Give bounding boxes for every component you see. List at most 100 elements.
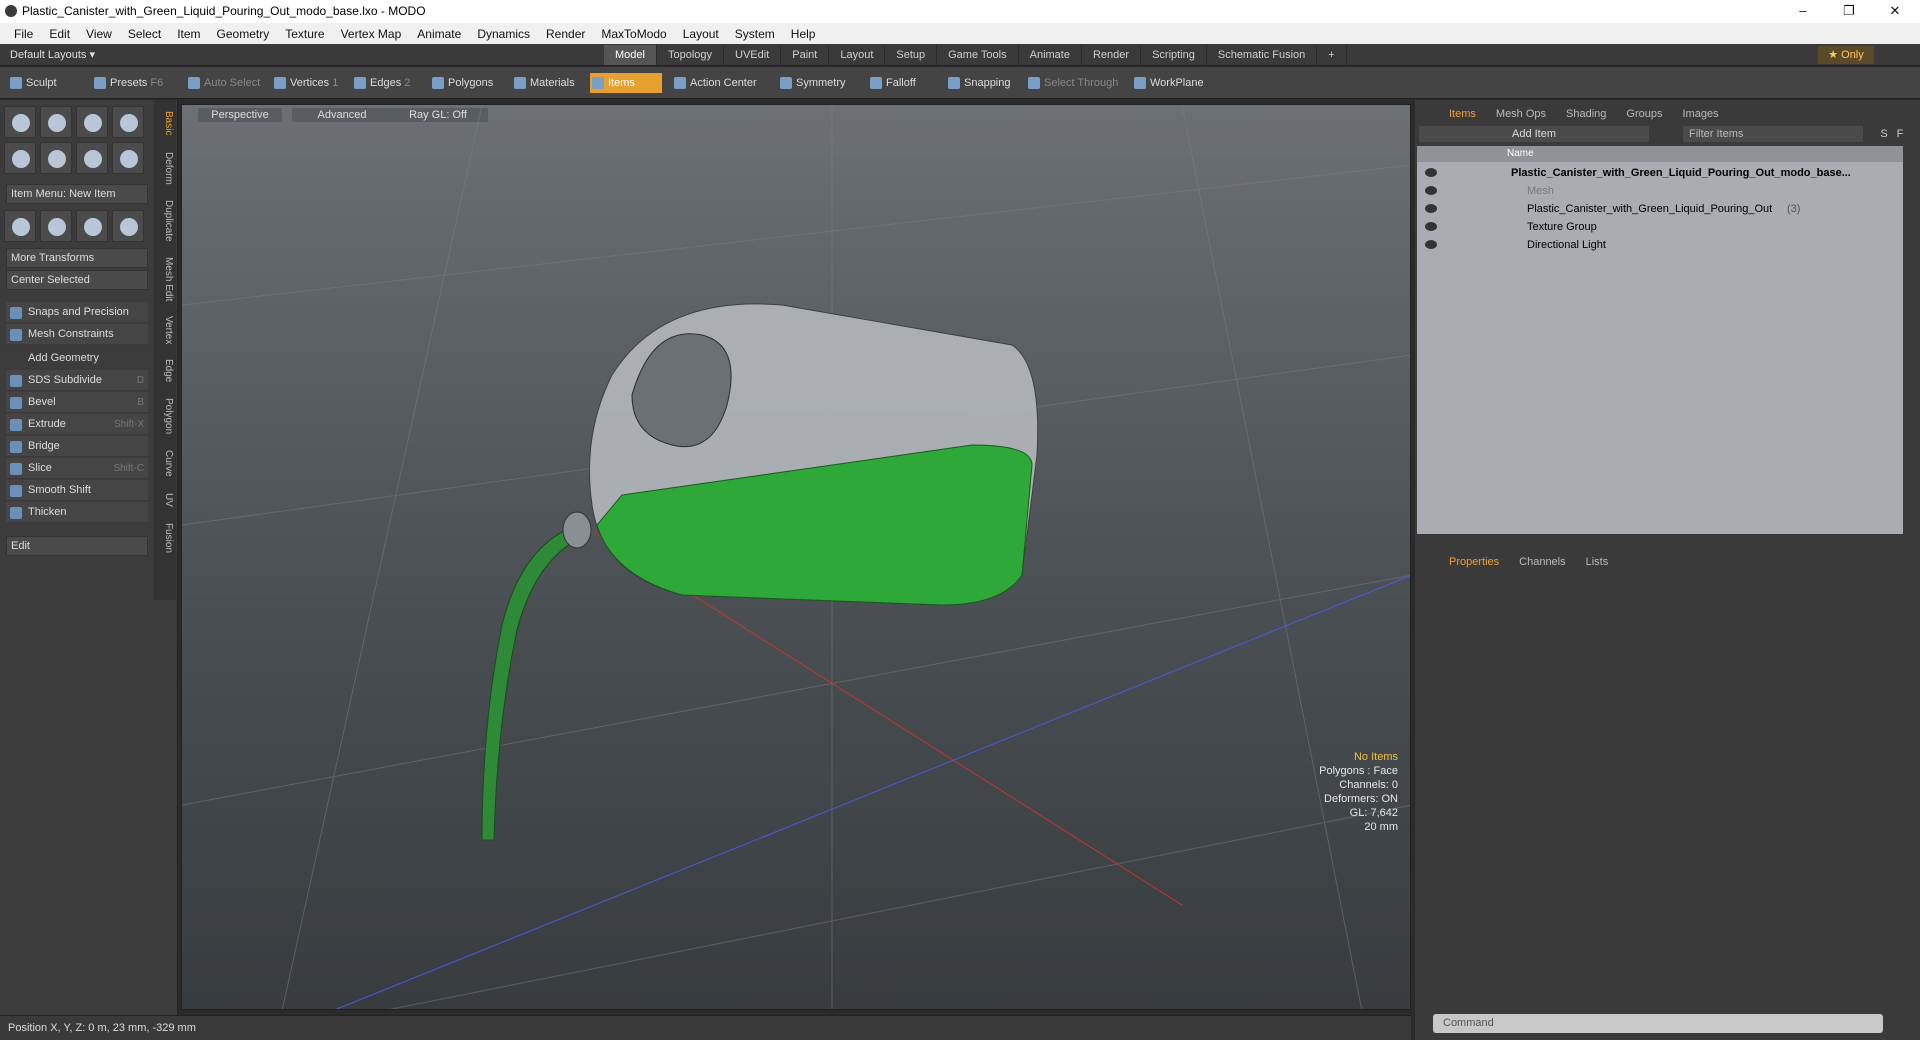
add-tab-button[interactable]: +: [1317, 45, 1347, 65]
cube-primitive-button[interactable]: [4, 106, 36, 138]
filter-items-input[interactable]: Filter Items: [1683, 126, 1863, 142]
menu-item[interactable]: Item: [169, 27, 208, 41]
visibility-eye-icon[interactable]: [1425, 222, 1437, 231]
move-tool-button[interactable]: [4, 210, 36, 242]
maximize-button[interactable]: ❐: [1826, 0, 1872, 23]
auto-select-button[interactable]: Auto Select: [186, 73, 266, 93]
tab-schematic-fusion[interactable]: Schematic Fusion: [1207, 45, 1318, 65]
tab-layout[interactable]: Layout: [829, 45, 886, 65]
visibility-eye-icon[interactable]: [1425, 204, 1437, 213]
vtab-deform[interactable]: Deform: [156, 148, 174, 188]
menu-vertex-map[interactable]: Vertex Map: [333, 27, 410, 41]
tool-slice[interactable]: Slice Shift-C: [6, 458, 148, 479]
tab-images[interactable]: Images: [1673, 104, 1729, 124]
tab-model[interactable]: Model: [604, 45, 657, 65]
tree-row-scene[interactable]: Plastic_Canister_with_Green_Liquid_Pouri…: [1417, 164, 1903, 182]
tab-uvedit[interactable]: UVEdit: [724, 45, 782, 65]
tab-channels[interactable]: Channels: [1509, 552, 1575, 572]
3d-viewport[interactable]: Perspective Advanced Ray GL: Off No Item…: [181, 104, 1411, 1010]
torus-primitive-button[interactable]: [4, 142, 36, 174]
symmetry-button[interactable]: Symmetry: [778, 73, 858, 93]
tab-properties[interactable]: Properties: [1439, 552, 1509, 572]
tab-animate[interactable]: Animate: [1019, 45, 1082, 65]
presets-button[interactable]: Presets F6: [92, 73, 172, 93]
vtab-vertex[interactable]: Vertex: [156, 312, 174, 348]
add-geometry-header[interactable]: Add Geometry: [6, 348, 148, 369]
menu-render[interactable]: Render: [538, 27, 593, 41]
tab-shading[interactable]: Shading: [1556, 104, 1616, 124]
tab-items[interactable]: Items: [1439, 104, 1486, 124]
tab-paint[interactable]: Paint: [781, 45, 830, 65]
snaps-and-precision-button[interactable]: Snaps and Precision: [6, 302, 148, 323]
menu-dynamics[interactable]: Dynamics: [469, 27, 538, 41]
minimize-button[interactable]: –: [1780, 0, 1826, 23]
cone-primitive-button[interactable]: [112, 106, 144, 138]
item-menu-dropdown[interactable]: Item Menu: New Item: [6, 184, 148, 204]
select-through-button[interactable]: Select Through: [1026, 73, 1122, 93]
tab-groups[interactable]: Groups: [1616, 104, 1672, 124]
filter-s-button[interactable]: S: [1877, 126, 1891, 142]
vtab-duplicate[interactable]: Duplicate: [156, 196, 174, 246]
menu-texture[interactable]: Texture: [277, 27, 332, 41]
menu-geometry[interactable]: Geometry: [209, 27, 278, 41]
visibility-eye-icon[interactable]: [1425, 240, 1437, 249]
transform-tool-button[interactable]: [112, 210, 144, 242]
tool-sds-subdivide[interactable]: SDS Subdivide D: [6, 370, 148, 391]
menu-file[interactable]: File: [6, 27, 41, 41]
tab-topology[interactable]: Topology: [657, 45, 725, 65]
menu-layout[interactable]: Layout: [675, 27, 727, 41]
sculpt-button[interactable]: Sculpt: [8, 73, 88, 93]
workplane-button[interactable]: WorkPlane: [1132, 73, 1216, 93]
tool-smooth-shift[interactable]: Smooth Shift: [6, 480, 148, 501]
polygons-button[interactable]: Polygons: [430, 73, 502, 93]
pen-tool-button[interactable]: [76, 142, 108, 174]
tab-lists[interactable]: Lists: [1576, 552, 1619, 572]
tree-row-mesh[interactable]: Mesh: [1417, 182, 1903, 200]
tree-row-directional-light[interactable]: Directional Light: [1417, 236, 1903, 254]
menu-animate[interactable]: Animate: [409, 27, 469, 41]
vtab-polygon[interactable]: Polygon: [156, 394, 174, 438]
vtab-fusion[interactable]: Fusion: [156, 520, 174, 556]
tree-row-group[interactable]: Plastic_Canister_with_Green_Liquid_Pouri…: [1417, 200, 1903, 218]
visibility-eye-icon[interactable]: [1425, 186, 1437, 195]
menu-edit[interactable]: Edit: [41, 27, 78, 41]
capsule-primitive-button[interactable]: [40, 142, 72, 174]
menu-system[interactable]: System: [727, 27, 783, 41]
scale-tool-button[interactable]: [76, 210, 108, 242]
menu-maxtomodo[interactable]: MaxToModo: [593, 27, 674, 41]
tab-scripting[interactable]: Scripting: [1141, 45, 1207, 65]
tool-extrude[interactable]: Extrude Shift-X: [6, 414, 148, 435]
default-layouts-dropdown[interactable]: Default Layouts ▾: [10, 48, 95, 61]
tool-bridge[interactable]: Bridge: [6, 436, 148, 457]
vtab-mesh-edit[interactable]: Mesh Edit: [156, 254, 174, 304]
tab-game-tools[interactable]: Game Tools: [937, 45, 1019, 65]
vertices-button[interactable]: Vertices 1: [272, 73, 342, 93]
rotate-tool-button[interactable]: [40, 210, 72, 242]
edit-dropdown[interactable]: Edit: [6, 536, 148, 556]
only-button[interactable]: ★ Only: [1818, 46, 1874, 64]
mesh-constraints-button[interactable]: Mesh Constraints: [6, 324, 148, 345]
menu-view[interactable]: View: [78, 27, 120, 41]
snapping-button[interactable]: Snapping: [946, 73, 1030, 93]
vtab-edge[interactable]: Edge: [156, 356, 174, 386]
center-selected-dropdown[interactable]: Center Selected: [6, 270, 148, 290]
vtab-uv[interactable]: UV: [156, 488, 174, 512]
menu-select[interactable]: Select: [120, 27, 169, 41]
items-button[interactable]: Items: [590, 73, 662, 93]
tab-setup[interactable]: Setup: [885, 45, 938, 65]
vtab-basic[interactable]: Basic: [156, 104, 174, 142]
filter-f-button[interactable]: F: [1893, 126, 1907, 142]
edges-button[interactable]: Edges 2: [352, 73, 418, 93]
tool-bevel[interactable]: Bevel B: [6, 392, 148, 413]
tab-mesh-ops[interactable]: Mesh Ops: [1486, 104, 1556, 124]
add-item-dropdown[interactable]: Add Item: [1419, 126, 1649, 142]
action-center-button[interactable]: Action Center: [672, 73, 764, 93]
tree-row-texture-group[interactable]: Texture Group: [1417, 218, 1903, 236]
visibility-eye-icon[interactable]: [1425, 168, 1437, 177]
cylinder-primitive-button[interactable]: [76, 106, 108, 138]
menu-help[interactable]: Help: [783, 27, 824, 41]
tool-thicken[interactable]: Thicken: [6, 502, 148, 523]
vtab-curve[interactable]: Curve: [156, 446, 174, 480]
falloff-button[interactable]: Falloff: [868, 73, 938, 93]
more-transforms-dropdown[interactable]: More Transforms: [6, 248, 148, 268]
